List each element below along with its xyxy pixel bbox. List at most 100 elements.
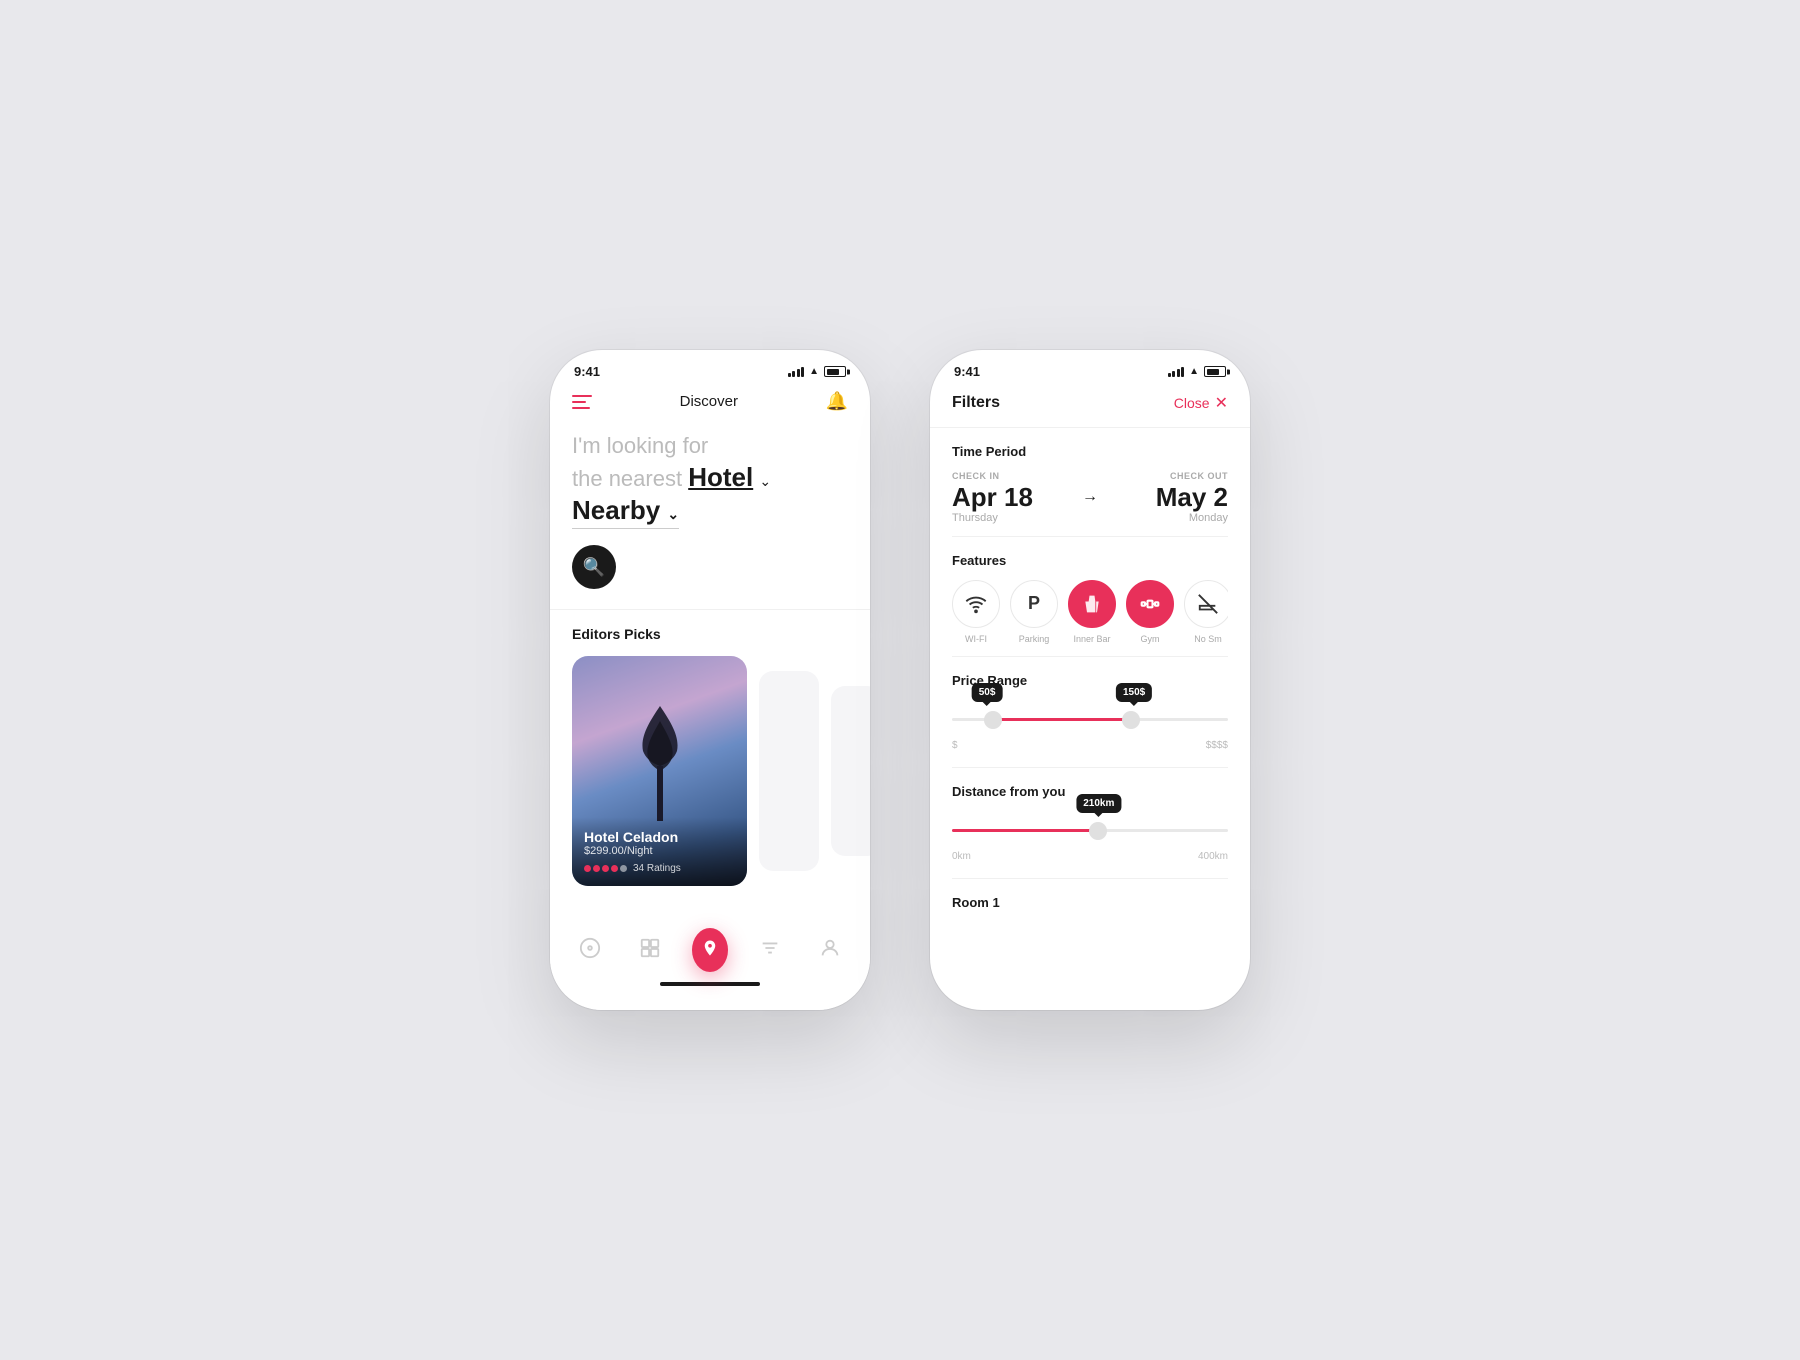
feature-wifi[interactable]: WI-FI <box>952 580 1000 644</box>
compass-icon <box>579 937 601 964</box>
editors-picks-title: Editors Picks <box>572 626 848 642</box>
check-out-block[interactable]: CHECK OUT May 2 Monday <box>1108 471 1228 524</box>
menu-icon[interactable] <box>572 395 592 409</box>
price-slider[interactable]: 50$ 150$ <box>952 700 1228 740</box>
distance-slider[interactable]: 210km <box>952 811 1228 851</box>
distance-section: Distance from you 210km 0km 400km <box>952 768 1228 879</box>
room-section: Room 1 <box>952 879 1228 926</box>
features-title: Features <box>952 553 1228 568</box>
time-period-section: Time Period CHECK IN Apr 18 Thursday → C… <box>952 428 1228 537</box>
price-tooltip-min: 50$ <box>972 683 1003 702</box>
status-time-1: 9:41 <box>574 364 600 379</box>
section-divider <box>550 609 870 610</box>
hotel-card-ghost-1[interactable] <box>759 671 819 871</box>
hotel-ratings: 34 Ratings <box>584 863 735 874</box>
nav-item-profile[interactable] <box>812 932 848 968</box>
star-5 <box>620 865 627 872</box>
inner-bar-feature-icon <box>1068 580 1116 628</box>
status-time-2: 9:41 <box>954 364 980 379</box>
search-icon: 🔍 <box>583 557 605 578</box>
battery-icon <box>824 366 846 377</box>
no-smoking-label: No Sm <box>1194 634 1222 644</box>
nav-item-compass[interactable] <box>572 932 608 968</box>
feature-inner-bar[interactable]: Inner Bar <box>1068 580 1116 644</box>
hero-section: I'm looking for the nearest Hotel ⌄ Near… <box>550 424 870 609</box>
signal-icon-2 <box>1168 367 1185 377</box>
price-range-labels: $ $$$$ <box>952 740 1228 751</box>
price-thumb-max[interactable]: 150$ <box>1122 711 1140 729</box>
wifi-feature-icon <box>952 580 1000 628</box>
distance-slider-fill <box>952 829 1098 832</box>
location-active-bg <box>692 928 728 972</box>
nav-item-filter[interactable] <box>752 932 788 968</box>
check-in-block[interactable]: CHECK IN Apr 18 Thursday <box>952 471 1072 524</box>
feature-gym[interactable]: Gym <box>1126 580 1174 644</box>
close-icon: ✕ <box>1215 393 1228 413</box>
hotel-dropdown[interactable]: Hotel <box>688 462 753 492</box>
room-title: Room 1 <box>952 895 1228 910</box>
star-2 <box>593 865 600 872</box>
check-in-date: Apr 18 <box>952 483 1072 512</box>
feature-parking[interactable]: P Parking <box>1010 580 1058 644</box>
price-slider-fill <box>993 718 1131 721</box>
feature-no-smoking[interactable]: No Sm <box>1184 580 1228 644</box>
hotel-dropdown-arrow: ⌄ <box>759 473 771 489</box>
distance-slider-track: 210km <box>952 829 1228 832</box>
status-icons-2: ▲ <box>1168 366 1226 377</box>
features-section: Features WI-FI P Parking <box>952 537 1228 657</box>
grid-icon <box>639 937 661 964</box>
price-tooltip-max: 150$ <box>1116 683 1152 702</box>
distance-tooltip: 210km <box>1076 794 1121 813</box>
gym-feature-icon <box>1126 580 1174 628</box>
wifi-status-icon-2: ▲ <box>1189 366 1199 377</box>
check-out-day: Monday <box>1108 512 1228 524</box>
distance-max-label: 400km <box>1198 851 1228 862</box>
screen-title: Discover <box>680 393 738 410</box>
parking-label: Parking <box>1019 634 1050 644</box>
nav-header: Discover 🔔 <box>550 383 870 424</box>
price-thumb-min[interactable]: 50$ <box>984 711 1002 729</box>
profile-icon <box>819 937 841 964</box>
check-in-day: Thursday <box>952 512 1072 524</box>
filter-icon <box>759 937 781 964</box>
parking-feature-icon: P <box>1010 580 1058 628</box>
location-icon <box>701 939 719 962</box>
search-button[interactable]: 🔍 <box>572 545 616 589</box>
nav-item-grid[interactable] <box>632 932 668 968</box>
phone-discover: 9:41 ▲ Discover 🔔 I'm looking for the ne… <box>550 350 870 1010</box>
editors-section: Editors Picks Hotel Celadon $299.00/Nigh… <box>550 626 870 886</box>
wifi-label: WI-FI <box>965 634 987 644</box>
time-period-title: Time Period <box>952 444 1228 459</box>
notification-icon[interactable]: 🔔 <box>826 391 848 412</box>
price-min-label: $ <box>952 740 958 751</box>
phone-filters: 9:41 ▲ Filters Close ✕ Time Period CHECK… <box>930 350 1250 1010</box>
rating-count: 34 Ratings <box>633 863 681 874</box>
hotel-card-name: Hotel Celadon <box>584 829 735 845</box>
hero-line2: the nearest Hotel ⌄ <box>572 466 771 491</box>
distance-range-labels: 0km 400km <box>952 851 1228 862</box>
distance-thumb[interactable]: 210km <box>1089 822 1107 840</box>
hotel-card-overlay: Hotel Celadon $299.00/Night 34 Ratings <box>572 817 747 886</box>
star-3 <box>602 865 609 872</box>
distance-min-label: 0km <box>952 851 971 862</box>
filters-header: Filters Close ✕ <box>930 383 1250 428</box>
check-out-date: May 2 <box>1108 483 1228 512</box>
hotel-card-price: $299.00/Night <box>584 845 735 857</box>
date-arrow-icon: → <box>1072 488 1108 506</box>
check-out-label: CHECK OUT <box>1108 471 1228 481</box>
close-button[interactable]: Close ✕ <box>1174 393 1228 413</box>
wifi-status-icon: ▲ <box>809 366 819 377</box>
status-bar-2: 9:41 ▲ <box>930 350 1250 383</box>
nav-item-location[interactable] <box>692 932 728 968</box>
filters-title: Filters <box>952 394 1000 412</box>
hotel-card-ghost-2[interactable] <box>831 686 870 856</box>
filters-content: Time Period CHECK IN Apr 18 Thursday → C… <box>930 428 1250 998</box>
nearby-dropdown[interactable]: Nearby ⌄ <box>572 494 679 529</box>
hotel-card-main[interactable]: Hotel Celadon $299.00/Night 34 Ratings <box>572 656 747 886</box>
star-1 <box>584 865 591 872</box>
hero-text: I'm looking for the nearest Hotel ⌄ Near… <box>572 424 848 545</box>
bottom-navigation <box>550 920 870 1010</box>
features-row: WI-FI P Parking Inner Bar <box>952 580 1228 644</box>
status-icons-1: ▲ <box>788 366 846 377</box>
close-label: Close <box>1174 395 1210 411</box>
